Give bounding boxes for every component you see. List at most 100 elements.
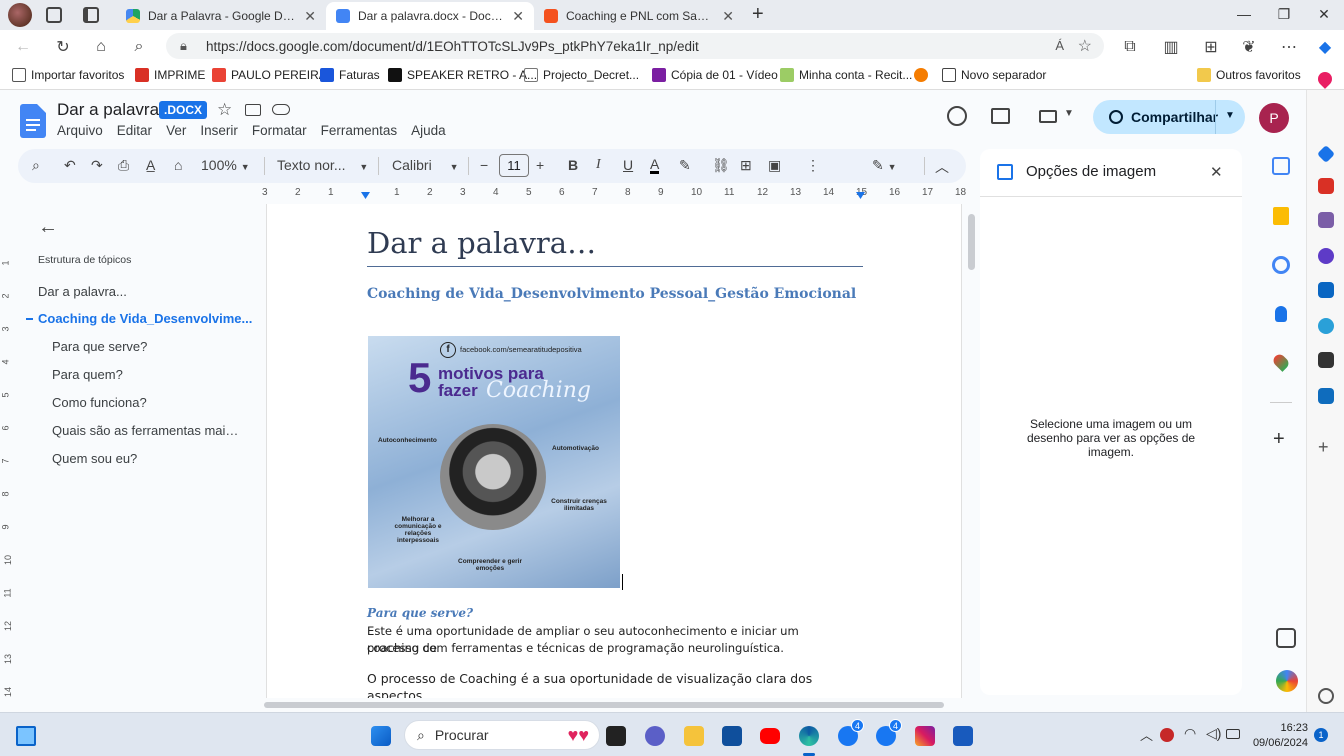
edge-shopping-icon[interactable]	[1316, 144, 1336, 164]
paint-format-icon[interactable]: ⌂	[174, 157, 182, 173]
edge-skype-icon[interactable]	[1318, 352, 1334, 368]
tab-blogger[interactable]: Coaching e PNL com Sandra Pere ✕	[534, 2, 744, 30]
accessibility-icon[interactable]	[1276, 628, 1296, 648]
zoom-select[interactable]: 100% ▼	[201, 157, 250, 173]
close-icon[interactable]: ✕	[512, 8, 524, 25]
clock-time[interactable]: 16:23	[1254, 722, 1308, 734]
volume-icon[interactable]: ◁)	[1206, 725, 1221, 742]
redo-icon[interactable]: ↷	[91, 157, 103, 174]
notification-count-badge[interactable]: 1	[1314, 728, 1328, 742]
font-size-input[interactable]: 11	[499, 154, 529, 177]
other-favorites[interactable]: Outros favoritos	[1197, 68, 1301, 82]
widgets-icon[interactable]	[16, 726, 36, 746]
decrease-font-size-button[interactable]: −	[480, 157, 488, 173]
explorer-icon[interactable]	[684, 726, 704, 746]
bold-button[interactable]: B	[568, 157, 578, 173]
editing-mode-icon[interactable]: ✎ ▼	[872, 157, 897, 174]
edge-games-icon[interactable]	[1318, 212, 1334, 228]
word-icon[interactable]	[953, 726, 973, 746]
bookmark-item[interactable]: IMPRIME	[135, 68, 205, 82]
minimize-button[interactable]: —	[1224, 0, 1264, 28]
collapse-menus-icon[interactable]: ︿	[935, 157, 949, 177]
maximize-button[interactable]: ❐	[1264, 0, 1304, 28]
edge-telegram-icon[interactable]	[1318, 318, 1334, 334]
more-menu-icon[interactable]: ⋯	[1276, 34, 1302, 60]
bookmark-item[interactable]: Cópia de 01 - Vídeo	[652, 68, 778, 82]
menu-formatar[interactable]: Formatar	[252, 123, 307, 138]
collections-icon[interactable]: ⊞	[1198, 34, 1224, 60]
bookmark-item[interactable]: PAULO PEREIRA	[212, 68, 327, 82]
horizontal-scrollbar[interactable]	[262, 700, 966, 710]
read-aloud-icon[interactable]: Á	[1055, 38, 1064, 53]
text-color-button[interactable]: A	[650, 157, 660, 174]
edge-add-icon[interactable]: +	[1318, 438, 1334, 456]
clock-date[interactable]: 09/06/2024	[1246, 737, 1308, 749]
style-select[interactable]: Texto nor... ▼	[277, 157, 368, 173]
outline-item-active[interactable]: Coaching de Vida_Desenvolvime...	[38, 311, 260, 326]
undo-icon[interactable]: ↶	[64, 157, 76, 174]
edge-tools-icon[interactable]	[1318, 178, 1334, 194]
taskbar-search[interactable]: ⌕ Procurar ♥♥	[404, 720, 600, 750]
increase-font-size-button[interactable]: +	[536, 157, 544, 173]
paragraph-line[interactable]: coaching com ferramentas e técnicas de p…	[367, 640, 837, 657]
spellcheck-icon[interactable]: A̲	[146, 157, 155, 173]
performance-icon[interactable]: ❦	[1236, 34, 1262, 60]
keep-icon[interactable]	[1273, 207, 1289, 225]
section-title[interactable]: Para que serve?	[367, 606, 473, 620]
document-subtitle[interactable]: Coaching de Vida_Desenvolvimento Pessoal…	[367, 286, 856, 302]
favorite-star-icon[interactable]: ☆	[1078, 36, 1092, 56]
outline-item[interactable]: Para que serve?	[52, 339, 147, 354]
highlight-icon[interactable]: ✎	[679, 157, 691, 174]
docs-logo-icon[interactable]	[20, 104, 46, 138]
bookmark-item[interactable]: Minha conta - Recit...	[780, 68, 912, 82]
italic-button[interactable]: I	[596, 157, 601, 173]
outline-item[interactable]: Quem sou eu?	[52, 451, 137, 466]
history-icon[interactable]	[947, 106, 967, 126]
cloud-status-icon[interactable]	[272, 104, 290, 115]
edge-app-icon[interactable]	[1318, 388, 1334, 404]
workspaces-icon[interactable]	[46, 7, 62, 23]
tray-app-icon[interactable]	[1160, 728, 1174, 742]
outline-item[interactable]: Como funciona?	[52, 395, 147, 410]
more-options-icon[interactable]: ⋮	[806, 157, 820, 174]
extensions-icon[interactable]: ⧉	[1117, 34, 1143, 60]
outline-item[interactable]: Para quem?	[52, 367, 123, 382]
start-icon[interactable]	[371, 726, 391, 746]
document-heading[interactable]: Dar a palavra…	[367, 226, 596, 260]
home-button[interactable]: ⌂	[88, 34, 114, 60]
outline-item[interactable]: Quais são as ferramentas mais ...	[52, 423, 240, 438]
bookmark-item[interactable]: SPEAKER RETRO - A...	[388, 68, 537, 82]
outline-item[interactable]: Dar a palavra...	[38, 284, 127, 299]
copilot-icon[interactable]: ◆	[1312, 34, 1338, 60]
gemini-icon[interactable]	[1276, 670, 1298, 692]
meet-icon[interactable]	[1039, 110, 1057, 123]
document-title[interactable]: Dar a palavra	[57, 100, 159, 120]
site-info-icon[interactable]: 🔒︎	[180, 38, 187, 54]
bookmark-item[interactable]: Novo separador	[942, 68, 1046, 82]
edge-outlook-icon[interactable]	[1318, 282, 1334, 298]
vertical-ruler[interactable]: 1 2 3 4 5 6 7 8 9 10 11 12 13 14	[0, 204, 16, 700]
menu-ferramentas[interactable]: Ferramentas	[321, 123, 398, 138]
meet-dropdown-icon[interactable]: ▼	[1064, 108, 1074, 119]
back-button[interactable]: ←	[10, 34, 36, 60]
tab-docs[interactable]: Dar a palavra.docx - Documento ✕	[326, 2, 534, 30]
instagram-icon[interactable]	[915, 726, 935, 746]
bookmark-item[interactable]: Faturas	[320, 68, 380, 82]
youtube-icon[interactable]	[760, 728, 780, 744]
share-button[interactable]: Compartilhar ▼	[1093, 100, 1245, 134]
close-icon[interactable]: ✕	[722, 8, 734, 25]
split-screen-icon[interactable]: ▥	[1158, 34, 1184, 60]
bookmark-item[interactable]: Importar favoritos	[12, 68, 124, 82]
url-input[interactable]: 🔒︎ https://docs.google.com/document/d/1E…	[166, 33, 1104, 59]
menu-editar[interactable]: Editar	[117, 123, 152, 138]
menu-ajuda[interactable]: Ajuda	[411, 123, 446, 138]
vertical-scrollbar[interactable]	[968, 214, 975, 270]
tab-actions-icon[interactable]	[83, 7, 99, 23]
close-outline-back-icon[interactable]: ←	[38, 216, 58, 239]
print-icon[interactable]: ⎙	[118, 157, 129, 174]
share-dropdown-icon[interactable]: ▼	[1225, 110, 1235, 121]
search-icon[interactable]: ⌕	[126, 34, 152, 60]
paragraph-line[interactable]: O processo de Coaching é a sua oportunid…	[367, 670, 837, 698]
menu-arquivo[interactable]: Arquivo	[57, 123, 103, 138]
close-icon[interactable]: ✕	[1210, 163, 1223, 181]
